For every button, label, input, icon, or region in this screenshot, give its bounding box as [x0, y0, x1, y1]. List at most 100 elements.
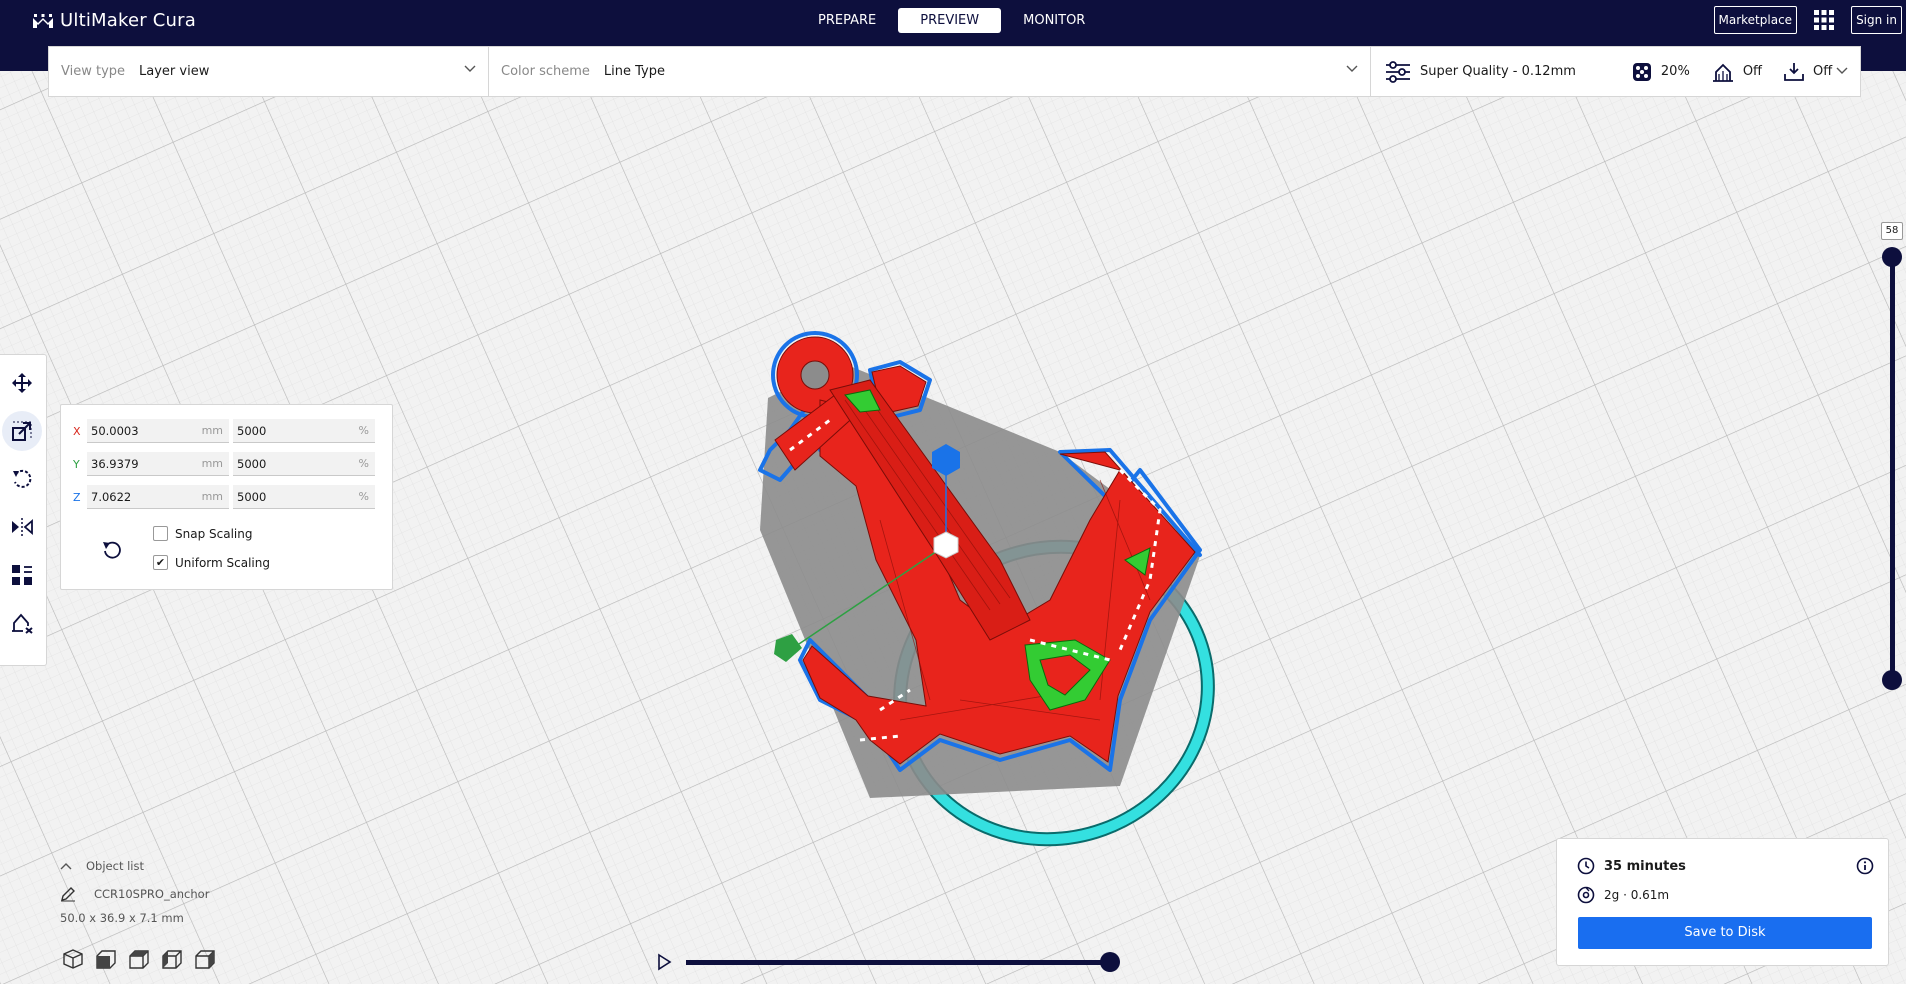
uniform-scaling-checkbox[interactable]: ✔ — [153, 555, 168, 570]
scale-z-mm-input[interactable]: 7.0622 mm — [87, 485, 229, 509]
view-top-button[interactable] — [128, 948, 150, 970]
view-3d-button[interactable] — [62, 948, 84, 970]
unit-label: mm — [201, 424, 223, 437]
view-type-value: Layer view — [139, 64, 210, 79]
layer-slider-upper-handle[interactable] — [1882, 247, 1902, 267]
profile-value: Super Quality - 0.12mm — [1420, 64, 1576, 79]
view-settings-bar: View type Layer view Color scheme Line T… — [48, 46, 1861, 97]
scale-y-mm-input[interactable]: 36.9379 mm — [87, 452, 229, 476]
camera-view-buttons — [62, 948, 227, 970]
sliders-icon — [1386, 60, 1410, 83]
snap-scaling-checkbox[interactable] — [153, 526, 168, 541]
object-list: Object list CCR10SPRO_anchor 50.0 x 36.9… — [60, 857, 209, 937]
info-icon[interactable] — [1856, 857, 1874, 875]
layer-slider-track[interactable] — [1890, 258, 1895, 678]
infill-value: 20% — [1660, 64, 1690, 79]
object-list-item[interactable]: CCR10SPRO_anchor — [60, 885, 209, 903]
uniform-scaling-label: Uniform Scaling — [175, 555, 270, 570]
support-value: Off — [1742, 64, 1763, 79]
scale-x-mm-value: 50.0003 — [91, 424, 139, 438]
support-blocker-icon — [12, 613, 33, 634]
apps-grid-icon[interactable] — [1813, 9, 1835, 31]
save-to-disk-button[interactable]: Save to Disk — [1578, 917, 1872, 949]
scale-y-percent-input[interactable]: 5000% — [233, 452, 375, 476]
infill-icon — [1632, 62, 1651, 81]
cube-3d-icon — [63, 949, 83, 969]
rotate-tool[interactable] — [2, 459, 42, 499]
scale-z-percent-input[interactable]: 5000% — [233, 485, 375, 509]
cube-top-icon — [129, 950, 149, 969]
adhesion-indicator: Off — [1784, 62, 1832, 82]
view-front-button[interactable] — [95, 948, 117, 970]
sign-in-button[interactable]: Sign in — [1851, 6, 1902, 34]
scale-z-mm-value: 7.0622 — [91, 490, 132, 504]
material-usage: 2g · 0.61m — [1604, 888, 1670, 902]
view-right-button[interactable] — [194, 948, 216, 970]
axis-label-y: Y — [73, 457, 80, 471]
layer-slider-lower-handle[interactable] — [1882, 670, 1902, 690]
chevron-down-icon[interactable] — [1836, 67, 1848, 75]
mirror-icon — [12, 518, 33, 536]
view-type-dropdown[interactable]: View type Layer view — [49, 47, 489, 96]
infill-indicator: 20% — [1632, 62, 1690, 82]
profile-indicator: Super Quality - 0.12mm — [1385, 60, 1576, 83]
scale-icon — [12, 421, 32, 441]
header-actions: Marketplace Sign in — [1713, 6, 1906, 34]
play-icon[interactable] — [656, 953, 672, 971]
axis-label-z: Z — [73, 490, 81, 504]
scale-z-percent-value: 5000 — [237, 490, 267, 504]
layer-number-box[interactable]: 58 — [1881, 222, 1903, 240]
stage-tabs: PREPARE PREVIEW MONITOR — [796, 8, 1107, 33]
color-scheme-value: Line Type — [603, 64, 665, 79]
tab-prepare[interactable]: PREPARE — [796, 8, 898, 33]
scale-x-percent-input[interactable]: 5000% — [233, 419, 375, 443]
per-model-settings-tool[interactable] — [2, 555, 42, 595]
print-setup-selector[interactable]: Super Quality - 0.12mm 20% Off Off — [1371, 47, 1860, 96]
view-left-button[interactable] — [161, 948, 183, 970]
cube-right-icon — [195, 950, 215, 969]
app-logo: UltiMaker Cura — [32, 10, 196, 31]
path-slider-track[interactable] — [686, 960, 1112, 965]
scale-x-percent-value: 5000 — [237, 424, 267, 438]
tool-sidebar — [0, 354, 47, 666]
axis-label-x: X — [73, 424, 81, 438]
material-row: 2g · 0.61m — [1577, 886, 1669, 904]
tab-preview[interactable]: PREVIEW — [898, 8, 1002, 33]
print-time-row: 35 minutes — [1577, 857, 1686, 875]
color-scheme-label: Color scheme — [501, 64, 590, 79]
unit-label: % — [358, 490, 369, 503]
uniform-scaling-option[interactable]: ✔ Uniform Scaling — [153, 555, 270, 570]
scale-x-mm-input[interactable]: 50.0003 mm — [87, 419, 229, 443]
adhesion-value: Off — [1813, 64, 1833, 79]
unit-label: mm — [201, 490, 223, 503]
app-title: UltiMaker Cura — [60, 10, 196, 31]
mirror-tool[interactable] — [2, 507, 42, 547]
scale-panel: X 50.0003 mm 5000% Y 36.9379 mm 5000% Z 7.… — [60, 404, 393, 590]
spool-icon — [1577, 886, 1595, 904]
move-icon — [12, 373, 32, 393]
tab-monitor[interactable]: MONITOR — [1001, 8, 1107, 33]
cube-front-icon — [96, 950, 116, 969]
print-summary-panel: 35 minutes 2g · 0.61m Save to Disk — [1556, 838, 1889, 966]
gizmo-center-handle — [933, 531, 959, 559]
view-type-label: View type — [61, 64, 126, 79]
ultimaker-logo-icon — [33, 13, 53, 28]
path-slider-handle[interactable] — [1100, 952, 1120, 972]
unit-label: mm — [201, 457, 223, 470]
object-list-header[interactable]: Object list — [60, 857, 209, 875]
scale-y-percent-value: 5000 — [237, 457, 267, 471]
reset-scale-icon[interactable] — [101, 539, 123, 561]
marketplace-button[interactable]: Marketplace — [1713, 6, 1798, 34]
print-time: 35 minutes — [1604, 858, 1686, 874]
object-dimensions: 50.0 x 36.9 x 7.1 mm — [60, 911, 184, 925]
adhesion-icon — [1784, 62, 1804, 81]
object-name: CCR10SPRO_anchor — [94, 887, 210, 901]
move-tool[interactable] — [2, 363, 42, 403]
snap-scaling-option[interactable]: Snap Scaling — [153, 526, 252, 541]
scale-row-z: Z 7.0622 mm 5000% — [73, 485, 375, 509]
color-scheme-dropdown[interactable]: Color scheme Line Type — [489, 47, 1371, 96]
support-indicator: Off — [1712, 62, 1762, 82]
support-blocker-tool[interactable] — [2, 603, 42, 643]
object-list-title: Object list — [86, 859, 144, 873]
scale-tool[interactable] — [2, 411, 42, 451]
